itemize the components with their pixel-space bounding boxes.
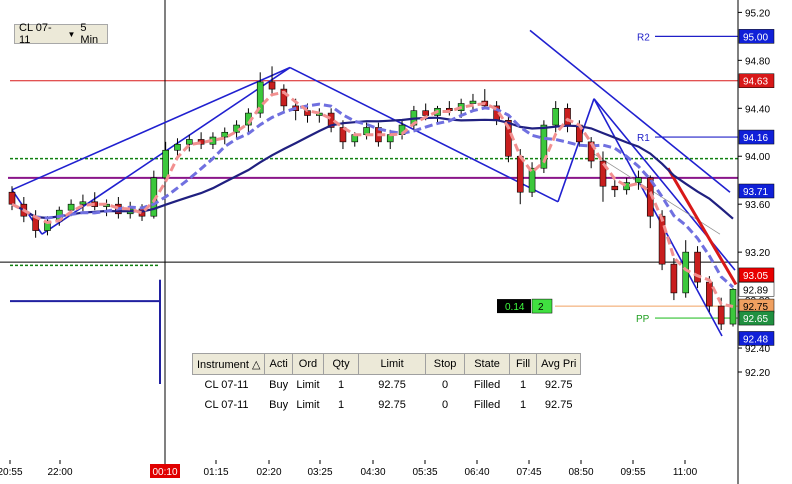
sma-slow-line	[11, 116, 734, 220]
candle	[8, 191, 16, 205]
price-tick-label: 94.80	[745, 56, 770, 67]
candle	[516, 155, 524, 193]
cell-fill: 1	[520, 399, 527, 411]
cell-avg-price: 92.75	[544, 379, 573, 391]
candle	[635, 177, 642, 183]
interval-label: 5 Min	[80, 22, 99, 46]
time-tick-label: 00:10	[152, 467, 177, 478]
trendline-4	[529, 29, 731, 193]
time-tick-label: 02:20	[256, 467, 281, 478]
candle	[67, 203, 75, 211]
r2-price-label: 95.00	[743, 32, 768, 43]
candle	[268, 81, 276, 90]
cell-state: Filled	[473, 399, 501, 411]
cell-limit: 92.75	[378, 379, 406, 391]
cell-state: Filled	[473, 379, 501, 391]
price-tick-label: 93.60	[745, 200, 770, 211]
price-tick-label: 94.00	[745, 152, 770, 163]
table-row[interactable]: CL 07-11 Buy Limit 1 92.75 0 Filled 1 92…	[193, 375, 581, 396]
candles-layer	[8, 66, 737, 331]
instrument-name: CL 07-11	[19, 22, 52, 46]
candle	[79, 201, 87, 205]
candle	[717, 305, 725, 325]
candle	[469, 100, 477, 104]
col-action[interactable]: Acti	[264, 353, 293, 375]
time-tick-label: 11:00	[673, 467, 698, 478]
cell-stop: 0	[442, 399, 449, 411]
sma-fast-line	[11, 90, 734, 308]
time-tick-label: 09:55	[620, 467, 645, 478]
red-trendline	[666, 167, 738, 286]
position-qty: 2	[538, 302, 544, 313]
ma-price-label: 93.71	[743, 187, 768, 198]
cell-order-type: Limit	[296, 379, 320, 391]
col-qty[interactable]: Qty	[323, 353, 360, 375]
candle	[422, 110, 429, 116]
col-limit[interactable]: Limit	[358, 353, 427, 375]
candle	[611, 185, 619, 191]
candle	[682, 251, 690, 294]
col-fill[interactable]: Fill	[509, 353, 538, 375]
cell-instrument: CL 07-11	[204, 379, 249, 391]
time-tick-label: 06:40	[464, 467, 489, 478]
low-price-label: 92.48	[743, 334, 768, 345]
time-tick-label: 08:50	[568, 467, 593, 478]
last-price-label: 93.05	[743, 271, 768, 282]
pivot-label-r2: R2	[637, 32, 650, 43]
col-avg-price[interactable]: Avg Pri	[536, 353, 582, 375]
instrument-selector[interactable]: CL 07-11 ▼ 5 Min	[14, 22, 108, 46]
price-axis: 95.2094.8094.4094.0093.6093.2092.8092.40…	[737, 0, 770, 484]
pnl-value: 0.14	[505, 302, 525, 313]
bid-price-label: 92.89	[743, 285, 768, 296]
col-instrument[interactable]: Instrument △	[191, 353, 266, 375]
time-tick-label: 04:30	[360, 467, 385, 478]
candle	[706, 281, 713, 307]
cell-qty: 1	[338, 379, 345, 391]
cell-avg-price: 92.75	[544, 399, 573, 411]
time-tick-label: 05:35	[412, 467, 437, 478]
col-stop[interactable]: Stop	[425, 353, 466, 375]
time-tick-label: 01:15	[203, 467, 228, 478]
pp-price-label: 92.65	[743, 314, 768, 325]
time-tick-label: 22:00	[47, 467, 72, 478]
cell-order-type: Limit	[296, 399, 320, 411]
resistance-price-label: 94.63	[743, 77, 768, 88]
orders-header-row: Instrument △ Acti Ord Qty Limit Stop Sta…	[191, 353, 582, 375]
candle	[564, 107, 571, 126]
price-tick-label: 95.20	[745, 8, 770, 19]
pivot-label-r1: R1	[637, 133, 650, 144]
cell-action: Buy	[269, 399, 289, 411]
cell-qty: 1	[338, 399, 345, 411]
time-axis: 20:55 22:00 00:10 01:15 02:20 03:25 04:30 05:35…	[0, 460, 698, 478]
candle	[221, 131, 229, 138]
time-tick-label: 20:55	[0, 467, 23, 478]
dropdown-arrow-icon[interactable]: ▼	[68, 30, 76, 39]
cell-limit: 92.75	[378, 399, 406, 411]
cell-instrument: CL 07-11	[204, 399, 249, 411]
candle	[670, 263, 678, 294]
table-row[interactable]: CL 07-11 Buy Limit 1 92.75 0 Filled 1 92…	[193, 395, 581, 415]
pivot-label-pp: PP	[636, 314, 650, 325]
col-order-type[interactable]: Ord	[291, 353, 325, 375]
candle	[162, 149, 169, 179]
time-tick-label: 03:25	[307, 467, 332, 478]
r1-price-label: 94.16	[743, 133, 768, 144]
cell-fill: 1	[520, 379, 527, 391]
price-tick-label: 94.40	[745, 104, 770, 115]
candle	[185, 139, 193, 145]
time-tick-label: 07:45	[516, 467, 541, 478]
candle	[552, 107, 560, 126]
cell-action: Buy	[269, 379, 289, 391]
sma-mid-line	[11, 102, 734, 289]
price-tick-label: 93.20	[745, 248, 770, 259]
orders-table[interactable]: Instrument △ Acti Ord Qty Limit Stop Sta…	[191, 353, 582, 415]
cell-stop: 0	[442, 379, 449, 391]
price-tick-label: 92.20	[745, 368, 770, 379]
moving-averages-layer	[11, 90, 734, 308]
col-state[interactable]: State	[464, 353, 511, 375]
candle	[658, 215, 666, 265]
candle	[174, 143, 181, 151]
